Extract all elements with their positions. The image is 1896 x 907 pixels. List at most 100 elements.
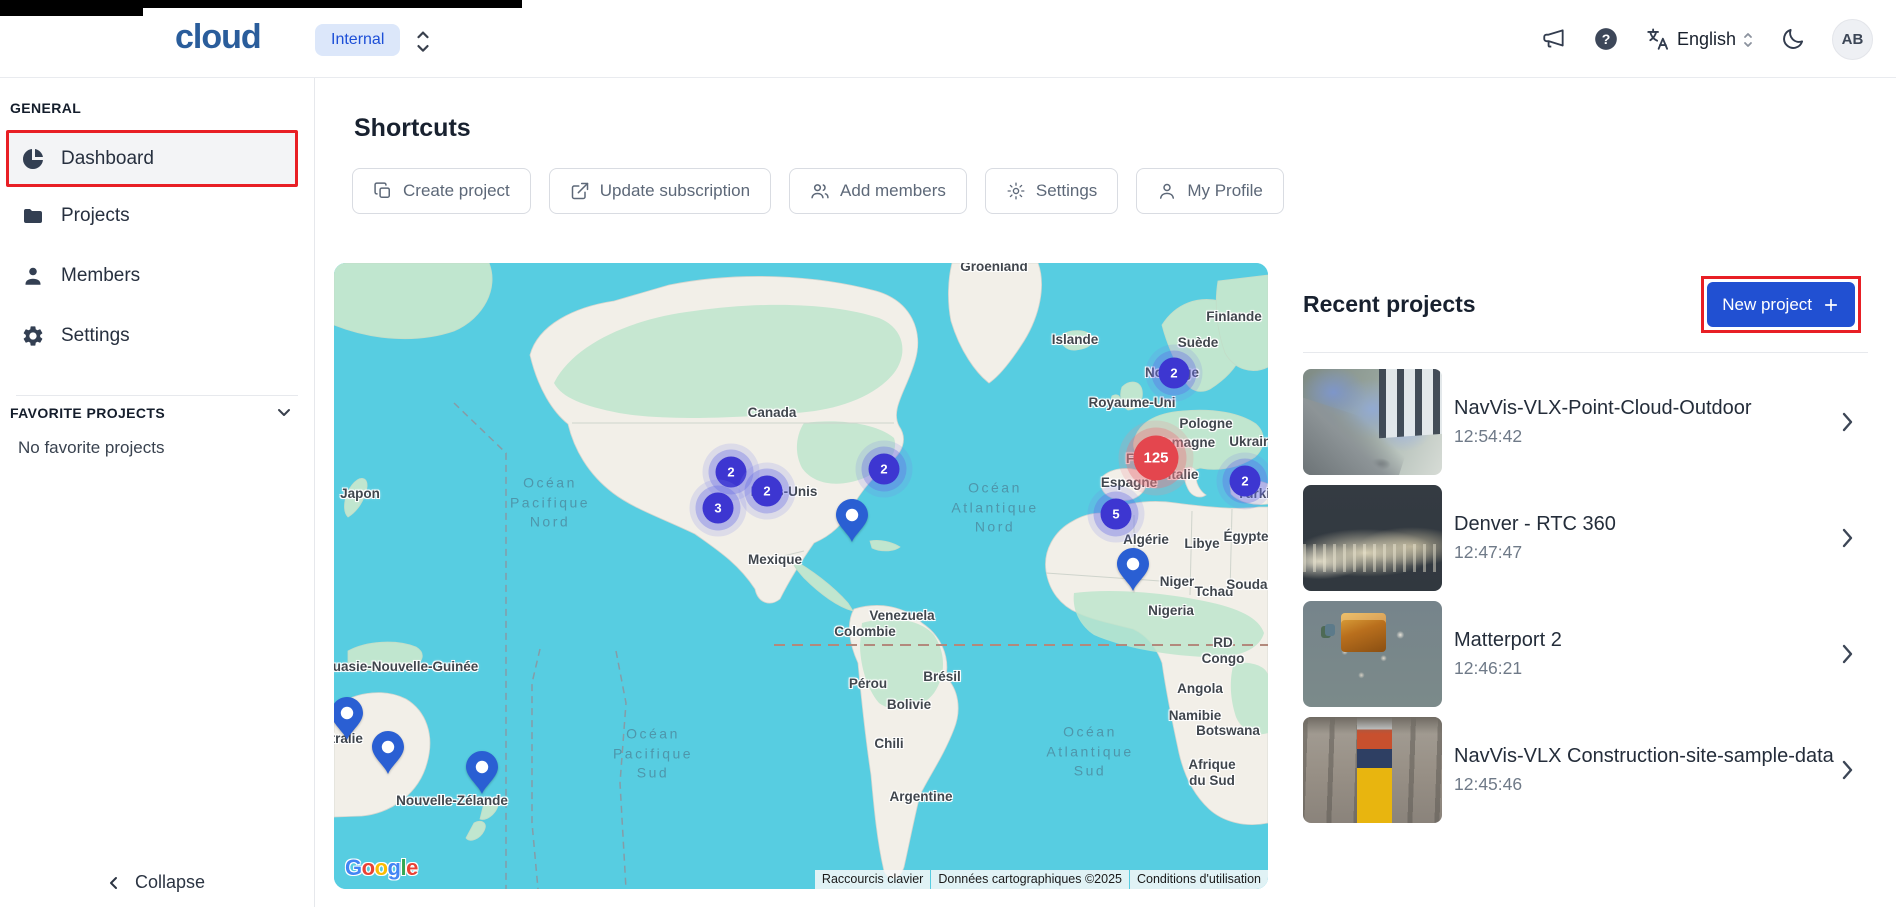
sidebar-item-projects[interactable]: Projects xyxy=(6,190,298,241)
page: cloud Internal ? English xyxy=(0,0,1896,907)
map-label-country: Tchad xyxy=(1195,584,1234,600)
map-label-country: Niger xyxy=(1160,574,1195,590)
sidebar-item-dashboard[interactable]: Dashboard xyxy=(6,130,298,187)
map-cluster-3[interactable]: 3 xyxy=(703,493,734,524)
environment-switch-icon[interactable] xyxy=(414,27,432,53)
map-label-country: Égypte xyxy=(1223,529,1268,545)
chevron-left-icon xyxy=(107,876,121,890)
map-label-country: Chili xyxy=(874,736,903,752)
shortcut-my-profile[interactable]: My Profile xyxy=(1136,168,1284,214)
shortcut-update-subscription[interactable]: Update subscription xyxy=(549,168,771,214)
language-label: English xyxy=(1677,29,1736,50)
google-logo[interactable]: Google xyxy=(345,855,418,881)
shortcut-settings[interactable]: Settings xyxy=(985,168,1118,214)
shortcut-label: Add members xyxy=(840,181,946,201)
sidebar-item-label: Settings xyxy=(61,325,130,347)
projects-world-map[interactable]: GroenlandIslandeFinlandeSuèdeNorvègeRoya… xyxy=(334,263,1268,889)
shortcut-create-project[interactable]: Create project xyxy=(352,168,531,214)
app-logo: cloud xyxy=(175,18,261,57)
favorites-empty-text: No favorite projects xyxy=(18,438,164,458)
map-label-country: Colombie xyxy=(834,624,896,640)
project-list-item[interactable]: Denver - RTC 360 12:47:47 xyxy=(1303,485,1868,591)
copy-icon xyxy=(373,181,393,201)
project-list-item[interactable]: NavVis-VLX Construction-site-sample-data… xyxy=(1303,717,1868,823)
map-label-country: Mexique xyxy=(748,552,802,568)
map-label-country: Brésil xyxy=(923,669,961,685)
map-cluster-2[interactable]: 2 xyxy=(716,457,747,488)
dark-mode-icon[interactable] xyxy=(1780,26,1806,52)
help-icon[interactable]: ? xyxy=(1593,26,1619,52)
map-cluster-2[interactable]: 2 xyxy=(1230,466,1261,497)
map-label-ocean: Océan Atlantique Sud xyxy=(1046,723,1133,782)
chevron-right-icon xyxy=(1839,527,1856,549)
recent-projects-list: NavVis-VLX-Point-Cloud-Outdoor12:54:42De… xyxy=(1303,277,1868,907)
map-pin-icon[interactable] xyxy=(369,729,407,776)
recent-projects-panel: Recent projects New project NavVis-VLX-P… xyxy=(1303,277,1868,907)
map-attribution-item[interactable]: Données cartographiques ©2025 xyxy=(931,870,1129,889)
shortcut-label: Update subscription xyxy=(600,181,750,201)
map-label-country: Japon xyxy=(340,486,380,502)
map-pin-icon[interactable] xyxy=(1114,546,1152,593)
map-label-country: Papouasie-Nouvelle-Guinée xyxy=(334,659,478,675)
map-cluster-2[interactable]: 2 xyxy=(869,454,900,485)
person-icon xyxy=(21,264,45,288)
avatar[interactable]: AB xyxy=(1832,19,1873,60)
environment-badge[interactable]: Internal xyxy=(315,24,400,56)
user-icon xyxy=(1157,181,1177,201)
sidebar-section-general: GENERAL xyxy=(10,100,81,116)
announcements-icon[interactable] xyxy=(1541,26,1567,52)
sidebar-item-label: Projects xyxy=(61,205,130,227)
map-label-country: Angola xyxy=(1177,681,1223,697)
map-cluster-2[interactable]: 2 xyxy=(752,476,783,507)
shortcut-label: Create project xyxy=(403,181,510,201)
shortcut-buttons: Create project Update subscription Add mem… xyxy=(352,168,1284,214)
map-attribution-item[interactable]: Conditions d'utilisation xyxy=(1130,870,1268,889)
language-chevrons-icon xyxy=(1742,30,1754,48)
sidebar-divider xyxy=(16,395,298,396)
shortcut-label: Settings xyxy=(1036,181,1097,201)
map-cluster-2[interactable]: 2 xyxy=(1159,358,1190,389)
map-label-country: Suède xyxy=(1178,335,1219,351)
map-label-country: Royaume-Uni xyxy=(1088,395,1175,411)
chevron-right-icon xyxy=(1839,411,1856,433)
shortcut-label: My Profile xyxy=(1187,181,1263,201)
sidebar-item-members[interactable]: Members xyxy=(6,250,298,301)
map-label-country: Namibie xyxy=(1169,708,1222,724)
project-list-item[interactable]: Matterport 2 12:46:21 xyxy=(1303,601,1868,707)
map-pin-icon[interactable] xyxy=(334,695,366,742)
project-name: Denver - RTC 360 xyxy=(1454,513,1616,536)
language-selector[interactable]: English xyxy=(1645,26,1754,52)
external-link-icon xyxy=(570,181,590,201)
project-time: 12:46:21 xyxy=(1454,658,1562,679)
map-attribution: Raccourcis clavierDonnées cartographique… xyxy=(815,870,1268,889)
map-cluster-5[interactable]: 5 xyxy=(1101,499,1132,530)
favorites-chevron-down-icon[interactable] xyxy=(275,403,293,421)
map-label-country: Argentine xyxy=(889,789,952,805)
map-label-country: Soudan xyxy=(1226,577,1268,593)
map-label-country: Nigeria xyxy=(1148,603,1194,619)
map-cluster-125[interactable]: 125 xyxy=(1134,436,1179,481)
shortcut-add-members[interactable]: Add members xyxy=(789,168,967,214)
main-content: Shortcuts Create project Update subscript… xyxy=(315,78,1896,907)
svg-text:?: ? xyxy=(1602,31,1611,47)
sidebar-section-favorites: FAVORITE PROJECTS xyxy=(10,405,165,421)
collapse-label: Collapse xyxy=(135,872,205,893)
chevron-right-icon xyxy=(1839,643,1856,665)
translate-icon xyxy=(1645,26,1671,52)
collapse-button[interactable]: Collapse xyxy=(107,872,205,893)
project-thumbnail xyxy=(1303,369,1442,475)
header-actions: ? English AB xyxy=(1541,0,1873,78)
project-name: Matterport 2 xyxy=(1454,629,1562,652)
map-pin-icon[interactable] xyxy=(463,749,501,796)
project-thumbnail xyxy=(1303,717,1442,823)
map-pin-icon[interactable] xyxy=(833,497,871,544)
gear-icon xyxy=(21,324,45,348)
project-list-item[interactable]: NavVis-VLX-Point-Cloud-Outdoor12:54:42 xyxy=(1303,369,1868,475)
shortcuts-title: Shortcuts xyxy=(354,114,471,143)
sidebar-item-settings[interactable]: Settings xyxy=(6,310,298,361)
map-attribution-item[interactable]: Raccourcis clavier xyxy=(815,870,930,889)
gear-outline-icon xyxy=(1006,181,1026,201)
sidebar-item-label: Members xyxy=(61,265,140,287)
map-label-country: Botswana xyxy=(1196,723,1260,739)
project-time: 12:47:47 xyxy=(1454,542,1616,563)
